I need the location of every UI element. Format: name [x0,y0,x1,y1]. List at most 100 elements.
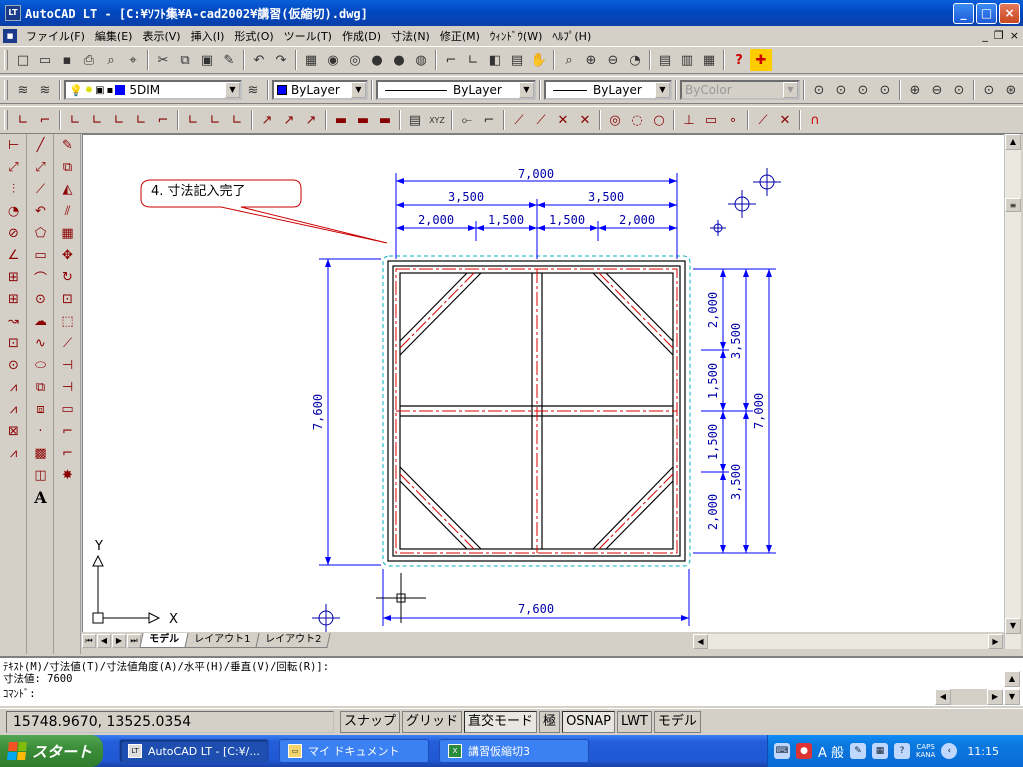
trim-icon[interactable]: ⊣ [57,354,79,376]
dimstyle-tool-icon[interactable]: ⩘ [3,442,25,464]
undo-icon[interactable]: ↶ [248,49,270,71]
baseline-dim-icon[interactable]: ⊞ [3,266,25,288]
center-tool-icon[interactable]: ⊙ [3,354,25,376]
print-preview-icon[interactable]: ⌕ [100,49,122,71]
make-block-icon[interactable]: ⧈ [30,398,52,420]
osnap-settings-icon[interactable]: ∩ [804,109,826,131]
snap-node-icon[interactable]: ∘ [722,109,744,131]
zoom-c-icon[interactable]: ⊙ [852,79,874,101]
point-b-icon[interactable]: ● [388,49,410,71]
ime-tools-icon[interactable]: ▦ [872,743,889,759]
keyboard-icon[interactable]: ⌨ [774,743,790,759]
doc-close-button[interactable]: × [1010,29,1019,42]
preview-icon[interactable]: ◔ [624,49,646,71]
circle-icon[interactable]: ⊙ [30,288,52,310]
spline-icon[interactable]: ∿ [30,332,52,354]
tray-expand-icon[interactable]: ‹ [941,743,958,759]
erase-icon[interactable]: ✎ [57,134,79,156]
lengthen-icon[interactable]: ⟋ [57,332,79,354]
quick-dim-icon[interactable]: ⌐ [152,109,174,131]
scroll-up-button[interactable]: ▲ [1005,134,1021,150]
snap-from-icon[interactable]: ⟜ [456,109,478,131]
hatch-icon[interactable]: ▩ [30,442,52,464]
snap-insert-icon[interactable]: ▭ [700,109,722,131]
tab-prev-icon[interactable]: ◀ [97,633,111,648]
ime-toolbar-icon[interactable]: ● [796,743,812,759]
named-views-icon[interactable]: ◧ [484,49,506,71]
layer-manager-icon[interactable]: ≋ [12,79,34,101]
color-dropdown[interactable]: ByLayer ▼ [272,80,368,100]
snap-intersection-icon[interactable]: ✕ [552,109,574,131]
new-icon[interactable]: □ [12,49,34,71]
menu-insert[interactable]: 挿入(I) [186,28,230,44]
dimedit-tool-icon[interactable]: ⩘ [3,376,25,398]
dim-edit-icon[interactable]: ↗ [300,109,322,131]
zoom-d-icon[interactable]: ⊙ [874,79,896,101]
zoom-a-icon[interactable]: ⊙ [808,79,830,101]
make-current-icon[interactable]: ≋ [34,79,56,101]
coordinate-display[interactable]: 15748.9670, 13525.0354 [6,710,334,733]
menu-edit[interactable]: 編集(E) [90,28,138,44]
drawing-canvas[interactable]: 4. 寸法記入完了 7,000 3,500 3,500 2,000 1,500 … [82,134,1004,632]
start-button[interactable]: スタート [0,735,103,767]
dimtedit-tool-icon[interactable]: ⩘ [3,398,25,420]
snap-perpendicular-icon[interactable]: ⊥ [678,109,700,131]
tolerance-icon[interactable]: ↗ [256,109,278,131]
ime-help-icon[interactable]: ? [894,743,911,759]
zoom-in-icon[interactable]: ⊕ [904,79,926,101]
polar-toggle[interactable]: 極 [539,710,561,733]
layer-dropdown[interactable]: 💡 ✹ ▣ ▪ 5DIM ▼ [64,80,242,100]
tab-model[interactable]: モデル [139,633,189,648]
dim-style-b-icon[interactable]: ▬ [374,109,396,131]
cmd-scroll-up[interactable]: ▲ [1004,671,1020,687]
angular-dim-icon[interactable]: ∠ [3,244,25,266]
zoom-window2-icon[interactable]: ⊙ [978,79,1000,101]
rectangle-icon[interactable]: ▭ [30,244,52,266]
meet-now-icon[interactable]: ◎ [344,49,366,71]
minimize-button[interactable]: _ [953,3,974,24]
xyz-icon[interactable]: XYZ [426,109,448,131]
cut-icon[interactable]: ✂ [152,49,174,71]
line-icon[interactable]: ╱ [30,134,52,156]
pan-icon[interactable]: ✋ [528,49,550,71]
snap-endpoint-icon[interactable]: ⟋ [508,109,530,131]
leader-icon[interactable]: ∟ [226,109,248,131]
autocad-app-icon[interactable]: LT [5,5,21,21]
dim-ordinate-icon[interactable]: ∟ [64,109,86,131]
grid-toggle[interactable]: グリッド [402,710,463,733]
match-properties-icon[interactable]: ✎ [218,49,240,71]
leader-tool-icon[interactable]: ↝ [3,310,25,332]
dim-style-a-icon[interactable]: ▬ [352,109,374,131]
open-icon[interactable]: ▭ [34,49,56,71]
point-icon[interactable]: · [30,420,52,442]
snap-midpoint-icon[interactable]: ⟋ [530,109,552,131]
menu-file[interactable]: ファイル(F) [21,28,90,44]
menu-dimension[interactable]: 寸法(N) [386,28,435,44]
menu-draw[interactable]: 作成(D) [337,28,386,44]
cmd-hscroll-left[interactable]: ◀ [935,689,951,705]
dimupdate-tool-icon[interactable]: ⊠ [3,420,25,442]
close-button[interactable]: × [999,3,1020,24]
tolerance-tool-icon[interactable]: ⊡ [3,332,25,354]
copy-object-icon[interactable]: ⧉ [57,156,79,178]
snap-quadrant-icon[interactable]: ◌ [626,109,648,131]
zoom-extents-icon[interactable]: ⊛ [1000,79,1022,101]
ortho-toggle[interactable]: 直交モード [464,710,538,733]
tab-next-icon[interactable]: ▶ [112,633,126,648]
cmd-hscroll-right[interactable]: ▶ [987,689,1003,705]
dim-update-icon[interactable]: ▬ [330,109,352,131]
rotate-icon[interactable]: ↻ [57,266,79,288]
menu-format[interactable]: 形式(O) [229,28,278,44]
stretch-icon[interactable]: ⬚ [57,310,79,332]
snap-tangent-icon[interactable]: ○ [648,109,670,131]
model-toggle[interactable]: モデル [653,710,701,733]
mirror-icon[interactable]: ◭ [57,178,79,200]
point-a-icon[interactable]: ● [366,49,388,71]
print-icon[interactable]: ⎙ [78,49,100,71]
today-icon[interactable]: ◉ [322,49,344,71]
command-prompt[interactable]: ｺﾏﾝﾄﾞ: [3,688,1023,701]
continue-dim-icon[interactable]: ⊞ [3,288,25,310]
revcloud-icon[interactable]: ☁ [30,310,52,332]
continue-icon[interactable]: ∟ [204,109,226,131]
tab-layout1[interactable]: レイアウト1 [184,633,260,648]
